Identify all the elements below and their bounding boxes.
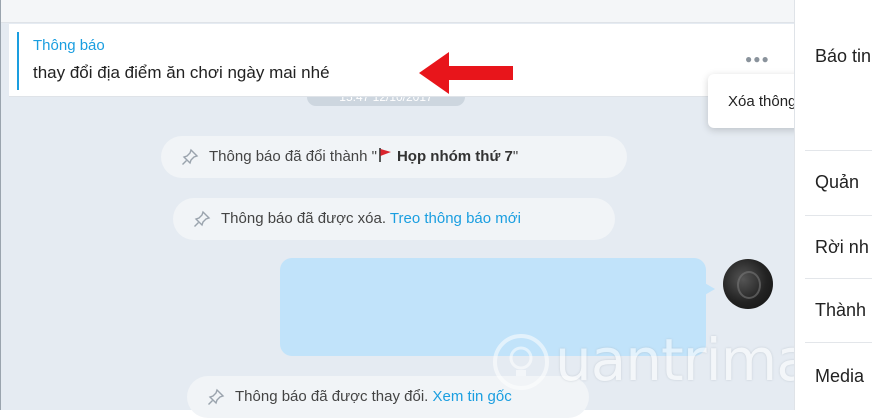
- right-panel-item-report[interactable]: Báo tin: [815, 46, 871, 67]
- pin-icon: [208, 388, 225, 405]
- system-message-text: Thông báo đã đổi thành ": [209, 148, 377, 165]
- chat-area: 15:47 12/10/2017 Thông báo thay đổi địa …: [0, 0, 872, 418]
- watermark: uantrimang: [491, 322, 872, 402]
- red-arrow-icon: [419, 52, 513, 94]
- system-message-renamed: Thông báo đã đổi thành " Họp nhóm thứ 7": [161, 136, 627, 178]
- divider: [805, 150, 872, 151]
- bubble-tail: [703, 282, 715, 296]
- system-message-deleted: Thông báo đã được xóa. Treo thông báo mớ…: [173, 198, 615, 240]
- top-strip: [1, 0, 795, 23]
- right-panel: Báo tin Quản Rời nh Thành Media: [794, 0, 872, 410]
- pinned-notice-message: thay đổi địa điểm ăn chơi ngày mai nhé: [33, 63, 330, 82]
- avatar[interactable]: [723, 259, 773, 309]
- divider: [805, 342, 872, 343]
- right-panel-item-manage[interactable]: Quản: [815, 172, 859, 193]
- new-notice-link[interactable]: Treo thông báo mới: [390, 210, 521, 227]
- right-panel-item-media[interactable]: Media: [815, 366, 864, 387]
- pinned-notice[interactable]: Thông báo thay đổi địa điểm ăn chơi ngày…: [9, 24, 795, 97]
- system-message-highlight: Họp nhóm thứ 7: [396, 148, 513, 165]
- right-panel-item-members[interactable]: Thành: [815, 300, 866, 321]
- pin-icon: [182, 148, 199, 165]
- red-flag-icon: [379, 148, 391, 162]
- divider: [805, 278, 872, 279]
- system-message-text: Thông báo đã được xóa.: [221, 210, 386, 227]
- divider: [805, 215, 872, 216]
- chat-window: 15:47 12/10/2017 Thông báo thay đổi địa …: [0, 0, 872, 418]
- lightbulb-logo-icon: [493, 334, 549, 390]
- pinned-accent-bar: [17, 32, 19, 90]
- pin-icon: [194, 210, 211, 227]
- system-message-text: Thông báo đã được thay đổi.: [235, 388, 429, 405]
- pinned-notice-title: Thông báo: [33, 37, 105, 54]
- three-dots-icon[interactable]: ●●●: [745, 52, 770, 66]
- system-message-suffix: ": [512, 148, 519, 165]
- right-panel-item-leave[interactable]: Rời nh: [815, 237, 869, 258]
